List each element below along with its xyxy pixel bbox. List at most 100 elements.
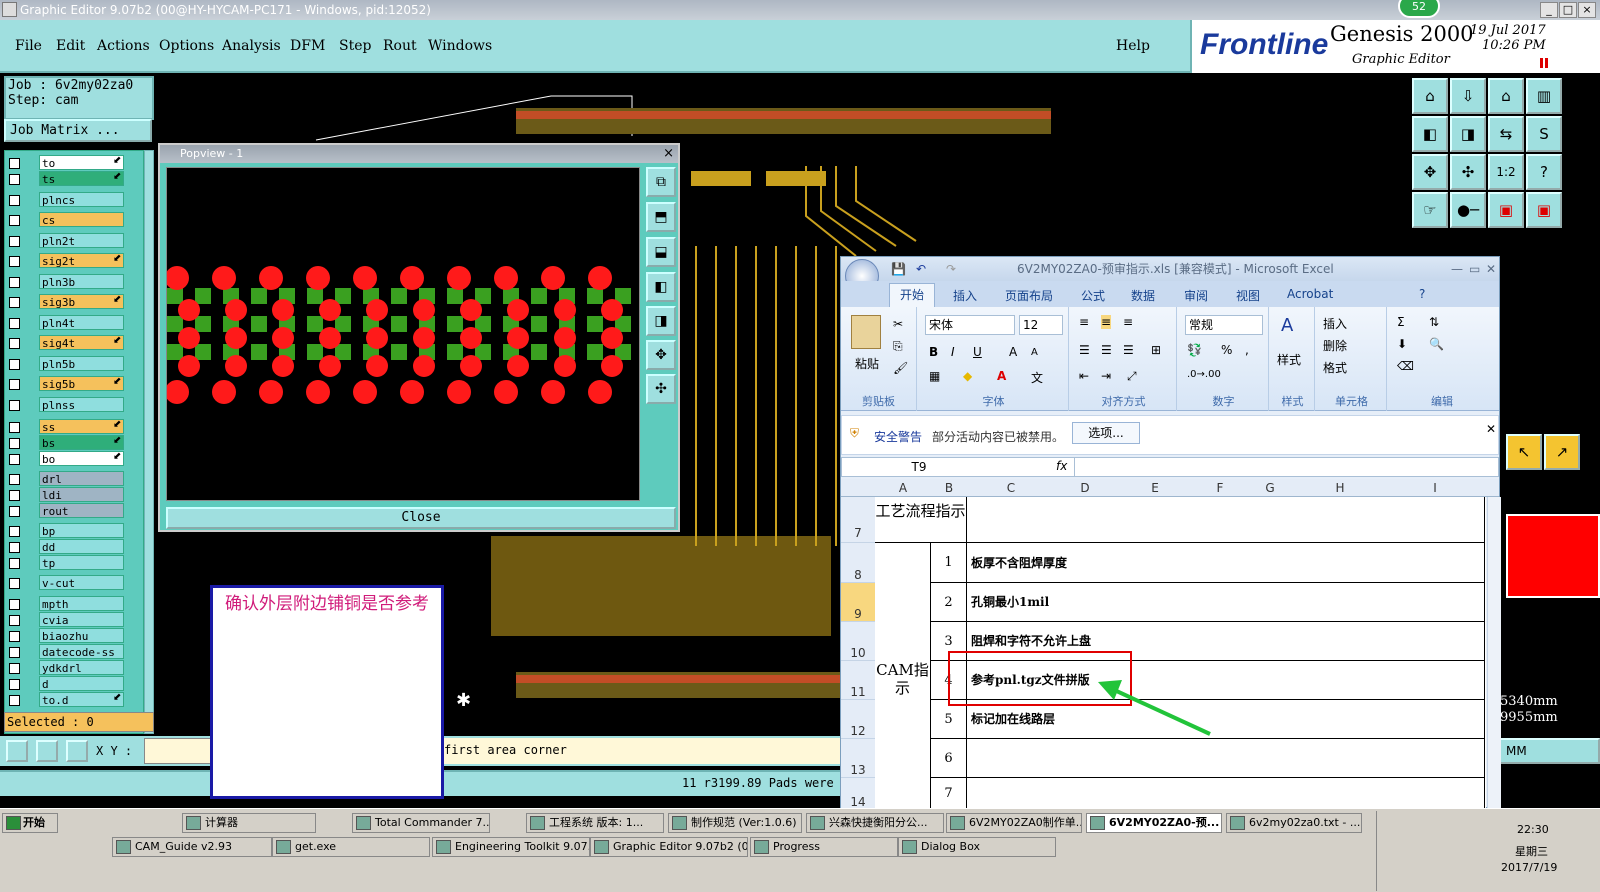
row-header[interactable]: 14	[841, 778, 875, 809]
merge-icon[interactable]: ⊞	[1151, 343, 1161, 357]
row-header[interactable]: 9	[841, 583, 875, 622]
taskbar-item[interactable]: 6V2MY02ZA0制作单...	[946, 813, 1082, 833]
delete-cells-button[interactable]: 删除	[1323, 337, 1347, 354]
layer-row-pln3b[interactable]: pln3b	[5, 274, 145, 290]
layer-row-ss[interactable]: ss ⬋	[5, 419, 145, 435]
styles-icon[interactable]: A	[1281, 315, 1293, 336]
menu-edit[interactable]: Edit	[56, 38, 85, 54]
layer-row-to.d[interactable]: to.d ⬋	[5, 692, 145, 708]
cell-b[interactable]: 6	[931, 739, 967, 778]
font-size-select[interactable]: 12	[1019, 315, 1063, 335]
grow-font-icon[interactable]: A	[1009, 345, 1017, 359]
tool-swap-icon[interactable]: ⇆	[1488, 116, 1524, 152]
layer-name[interactable]: plnss	[39, 397, 124, 412]
layer-checkbox[interactable]	[9, 195, 20, 206]
job-matrix-button[interactable]: Job Matrix ...	[4, 119, 152, 142]
find-icon[interactable]: 🔍	[1429, 337, 1444, 351]
layer-checkbox[interactable]	[9, 400, 20, 411]
col-c[interactable]: C	[967, 481, 1055, 495]
taskbar-item[interactable]: Progress	[750, 837, 898, 857]
align-right-icon[interactable]: ☰	[1123, 343, 1134, 357]
layer-row-cvia[interactable]: cvia	[5, 612, 145, 628]
paste-icon[interactable]	[851, 315, 881, 349]
menu-actions[interactable]: Actions	[97, 38, 150, 54]
layer-name[interactable]: drl	[39, 471, 124, 486]
tool-home-icon[interactable]: ⌂	[1488, 78, 1524, 114]
col-f[interactable]: F	[1195, 481, 1245, 495]
taskbar-item[interactable]: 制作规范 (Ver:1.0.6)	[668, 813, 802, 833]
col-h[interactable]: H	[1295, 481, 1385, 495]
layer-name[interactable]: ss	[39, 419, 124, 434]
italic-icon[interactable]: I	[951, 345, 955, 359]
phonetic-icon[interactable]: 文	[1031, 369, 1043, 386]
grid-icon[interactable]	[66, 740, 88, 762]
align-left-icon[interactable]: ☰	[1079, 343, 1090, 357]
indent-increase-icon[interactable]: ⇥	[1101, 369, 1111, 383]
taskbar-item[interactable]: Graphic Editor 9.07b2 (0...	[590, 837, 748, 857]
xy-input[interactable]	[144, 738, 214, 764]
layer-name[interactable]: to.d	[39, 692, 124, 707]
col-g[interactable]: G	[1245, 481, 1295, 495]
font-name-select[interactable]: 宋体	[925, 315, 1015, 335]
col-e[interactable]: E	[1115, 481, 1195, 495]
layer-name[interactable]: biaozhu	[39, 628, 124, 643]
layer-checkbox[interactable]	[9, 526, 20, 537]
insert-cells-button[interactable]: 插入	[1323, 315, 1347, 332]
fill-color-icon[interactable]: ◆	[963, 369, 972, 383]
fill-icon[interactable]: ⬇	[1397, 337, 1407, 351]
snap-icon[interactable]	[6, 740, 28, 762]
layer-name[interactable]: plncs	[39, 192, 124, 207]
layer-checkbox[interactable]	[9, 438, 20, 449]
layer-row-ldi[interactable]: ldi	[5, 487, 145, 503]
excel-close[interactable]: ✕	[1486, 257, 1496, 281]
layer-checkbox[interactable]	[9, 631, 20, 642]
align-middle-icon[interactable]: ≡	[1101, 315, 1112, 329]
tab-formulas[interactable]: 公式	[1081, 287, 1105, 304]
layer-name[interactable]: sig5b	[39, 376, 124, 391]
vertical-scrollbar[interactable]	[1487, 497, 1501, 809]
taskbar-item[interactable]: 计算器	[182, 813, 316, 833]
angle-icon[interactable]	[36, 740, 58, 762]
layer-row-tp[interactable]: tp	[5, 555, 145, 571]
name-box[interactable]: T9	[844, 458, 994, 476]
indent-decrease-icon[interactable]: ⇤	[1079, 369, 1089, 383]
start-button[interactable]: 开始	[2, 813, 58, 833]
taskbar-item[interactable]: Engineering Toolkit 9.07...	[432, 837, 590, 857]
layer-name[interactable]: dd	[39, 539, 124, 554]
increase-decimal-icon[interactable]: .0→.00	[1187, 369, 1221, 380]
layer-checkbox[interactable]	[9, 297, 20, 308]
popview-tool-3[interactable]: ⬓	[646, 237, 676, 267]
popview-canvas[interactable]	[166, 167, 640, 501]
layer-checkbox[interactable]	[9, 558, 20, 569]
menu-windows[interactable]: Windows	[428, 38, 492, 54]
format-painter-icon[interactable]: 🖌	[893, 361, 908, 375]
row-header[interactable]: 7	[841, 497, 875, 543]
layer-checkbox[interactable]	[9, 663, 20, 674]
cell-c[interactable]: 孔铜最小1mil	[967, 583, 1485, 622]
cell-b[interactable]: 1	[931, 543, 967, 583]
copy-icon[interactable]: ⎘	[893, 339, 903, 354]
layer-row-pln5b[interactable]: pln5b	[5, 356, 145, 372]
help-icon[interactable]: ?	[1419, 287, 1425, 301]
redo-icon[interactable]: ↷	[946, 257, 956, 281]
tool-zoom-down[interactable]: ⇩	[1450, 78, 1486, 114]
sort-icon[interactable]: ⇅	[1429, 315, 1439, 329]
layer-name[interactable]: cvia	[39, 612, 124, 627]
taskbar-item[interactable]: 6v2my02za0.txt - ...	[1226, 813, 1362, 833]
row-header[interactable]: 13	[841, 739, 875, 778]
layer-name[interactable]: pln3b	[39, 274, 124, 289]
menu-analysis[interactable]: Analysis	[222, 38, 281, 54]
tool-fit-icon[interactable]: ✥	[1412, 154, 1448, 190]
comma-icon[interactable]: ,	[1245, 343, 1249, 357]
maximize-button[interactable]: □	[1559, 2, 1577, 18]
align-center-icon[interactable]: ☰	[1101, 343, 1112, 357]
layer-row-plnss[interactable]: plnss	[5, 397, 145, 413]
taskbar-item[interactable]: CAM_Guide v2.93	[112, 837, 272, 857]
layer-name[interactable]: d	[39, 676, 124, 691]
layer-name[interactable]: mpth	[39, 596, 124, 611]
layer-name[interactable]: bs	[39, 435, 124, 450]
layer-row-drl[interactable]: drl	[5, 471, 145, 487]
tab-review[interactable]: 审阅	[1184, 287, 1208, 304]
layer-checkbox[interactable]	[9, 454, 20, 465]
excel-maximize[interactable]: ▭	[1469, 257, 1480, 281]
